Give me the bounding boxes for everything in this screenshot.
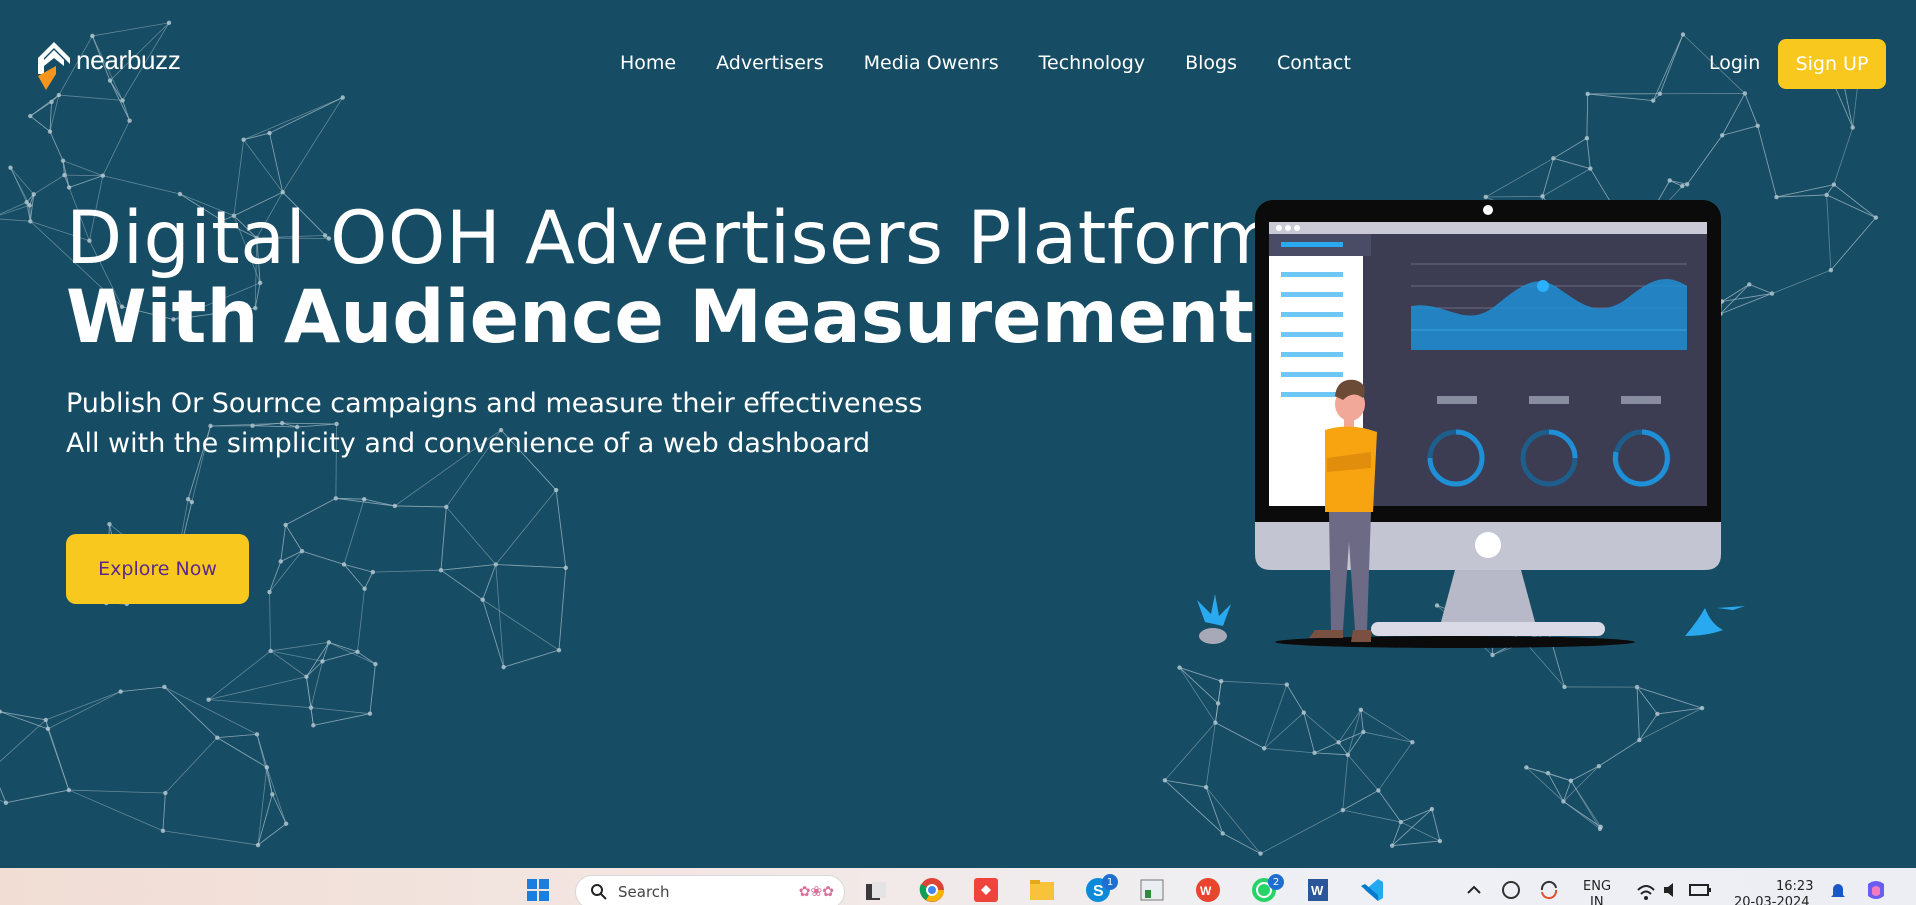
nav-technology[interactable]: Technology <box>1039 52 1145 74</box>
notification-bell-icon[interactable] <box>1824 876 1852 904</box>
sync-icon[interactable] <box>1535 876 1563 904</box>
signup-button[interactable]: Sign UP <box>1778 39 1886 89</box>
hero-title-line2: With Audience Measurement <box>66 275 1255 360</box>
taskbar-search[interactable]: Search ✿❀✿ <box>575 875 845 905</box>
battery-icon[interactable] <box>1686 876 1714 904</box>
hero-subtitle: Publish Or Sournce campaigns and measure… <box>66 384 1279 464</box>
cherry-blossom-icon: ✿❀✿ <box>798 884 834 900</box>
house-logo-icon <box>38 42 70 90</box>
whatsapp-icon[interactable]: 2 <box>1250 874 1284 904</box>
windows-taskbar: Search ✿❀✿ S 1 W 2 W ENG IN 16:23 20-03-… <box>0 868 1916 905</box>
login-link[interactable]: Login <box>1709 52 1760 74</box>
brand-name: nearbuzz <box>76 44 181 75</box>
search-placeholder: Search <box>618 883 670 901</box>
clock-time[interactable]: 16:23 <box>1776 879 1813 894</box>
hero-subtitle-line1: Publish Or Sournce campaigns and measure… <box>66 388 923 419</box>
language-region: IN <box>1590 895 1604 905</box>
dashboard-illustration <box>1197 200 1745 648</box>
file-explorer-icon[interactable] <box>1028 876 1056 904</box>
photos-icon[interactable] <box>1138 876 1166 904</box>
volume-icon[interactable] <box>1658 876 1686 904</box>
nav-home[interactable]: Home <box>620 52 676 74</box>
svg-text:W: W <box>1311 883 1324 898</box>
explore-now-button[interactable]: Explore Now <box>66 534 249 604</box>
skype-icon[interactable]: S 1 <box>1084 874 1118 904</box>
nav-advertisers[interactable]: Advertisers <box>716 52 824 74</box>
nav-media-owners[interactable]: Media Owenrs <box>864 52 999 74</box>
network-drive-icon[interactable] <box>1497 876 1525 904</box>
wifi-icon[interactable] <box>1632 876 1660 904</box>
chevron-up-icon[interactable] <box>1460 876 1488 904</box>
nav-contact[interactable]: Contact <box>1277 52 1351 74</box>
brand-logo[interactable]: nearbuzz <box>34 36 181 90</box>
svg-text:W: W <box>1200 884 1212 898</box>
hero-section: Digital OOH Advertisers Platform With Au… <box>66 200 1279 464</box>
search-icon <box>591 884 607 900</box>
hero-title-line1: Digital OOH Advertisers Platform <box>66 196 1280 281</box>
vscode-icon[interactable] <box>1358 876 1386 904</box>
wps-office-icon[interactable]: W <box>1194 876 1222 904</box>
main-menu: Home Advertisers Media Owenrs Technology… <box>620 52 1351 74</box>
nav-blogs[interactable]: Blogs <box>1185 52 1237 74</box>
whatsapp-badge: 2 <box>1268 874 1284 890</box>
word-icon[interactable]: W <box>1304 876 1332 904</box>
monitor-camera <box>1483 205 1493 215</box>
windows-start-icon[interactable] <box>524 876 552 904</box>
anydesk-icon[interactable] <box>972 876 1000 904</box>
skype-badge: 1 <box>1102 874 1118 890</box>
chrome-icon[interactable] <box>918 876 946 904</box>
hero-subtitle-line2: All with the simplicity and convenience … <box>66 428 871 459</box>
top-navigation: nearbuzz Home Advertisers Media Owenrs T… <box>0 0 1916 130</box>
hero-title: Digital OOH Advertisers Platform With Au… <box>66 200 1279 358</box>
language-indicator[interactable]: ENG <box>1583 879 1611 894</box>
task-view-icon[interactable] <box>862 876 890 904</box>
copilot-icon[interactable] <box>1862 876 1890 904</box>
clock-date[interactable]: 20-03-2024 <box>1734 895 1810 905</box>
